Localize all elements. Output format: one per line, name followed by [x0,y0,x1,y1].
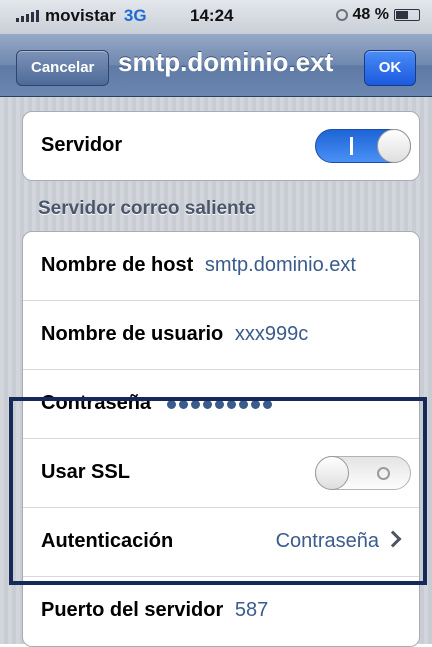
carrier-name: movistar [45,6,116,25]
port-row[interactable]: Puerto del servidor 587 [23,577,419,646]
signal-strength-icon [16,10,39,22]
status-time: 14:24 [190,6,234,25]
cancel-button[interactable]: Cancelar [16,50,110,86]
toggle-on-mark-icon [350,137,353,155]
navigation-bar: Cancelar smtp.dominio.ext OK [0,34,432,97]
username-value[interactable]: xxx999c [235,323,308,345]
port-value[interactable]: 587 [235,599,268,621]
ok-button[interactable]: OK [364,50,416,86]
server-toggle[interactable] [315,129,411,163]
carrier-info: movistar 3G [16,6,147,26]
battery-icon [394,9,420,21]
username-label: Nombre de usuario xxx999c [41,323,309,345]
network-type: 3G [123,6,147,25]
host-label: Nombre de host smtp.dominio.ext [41,254,356,276]
rotation-lock-icon [335,9,348,21]
status-bar: movistar 3G 14:24 48 % [0,0,432,34]
settings-content: Servidor Servidor correo saliente Nombre… [0,97,432,647]
highlight-box [9,397,427,585]
toggle-knob [377,129,411,163]
port-label: Puerto del servidor 587 [41,599,269,621]
battery-percent: 48 % [352,6,389,23]
username-row[interactable]: Nombre de usuario xxx999c [23,301,419,370]
status-right: 48 % [335,6,420,24]
section-header-outgoing: Servidor correo saliente [38,198,256,219]
host-row[interactable]: Nombre de host smtp.dominio.ext [23,232,419,301]
server-label: Servidor [41,134,123,156]
server-row: Servidor [23,112,419,180]
host-value[interactable]: smtp.dominio.ext [205,254,356,276]
server-group: Servidor [22,111,420,181]
page-title: smtp.dominio.ext [118,47,334,77]
